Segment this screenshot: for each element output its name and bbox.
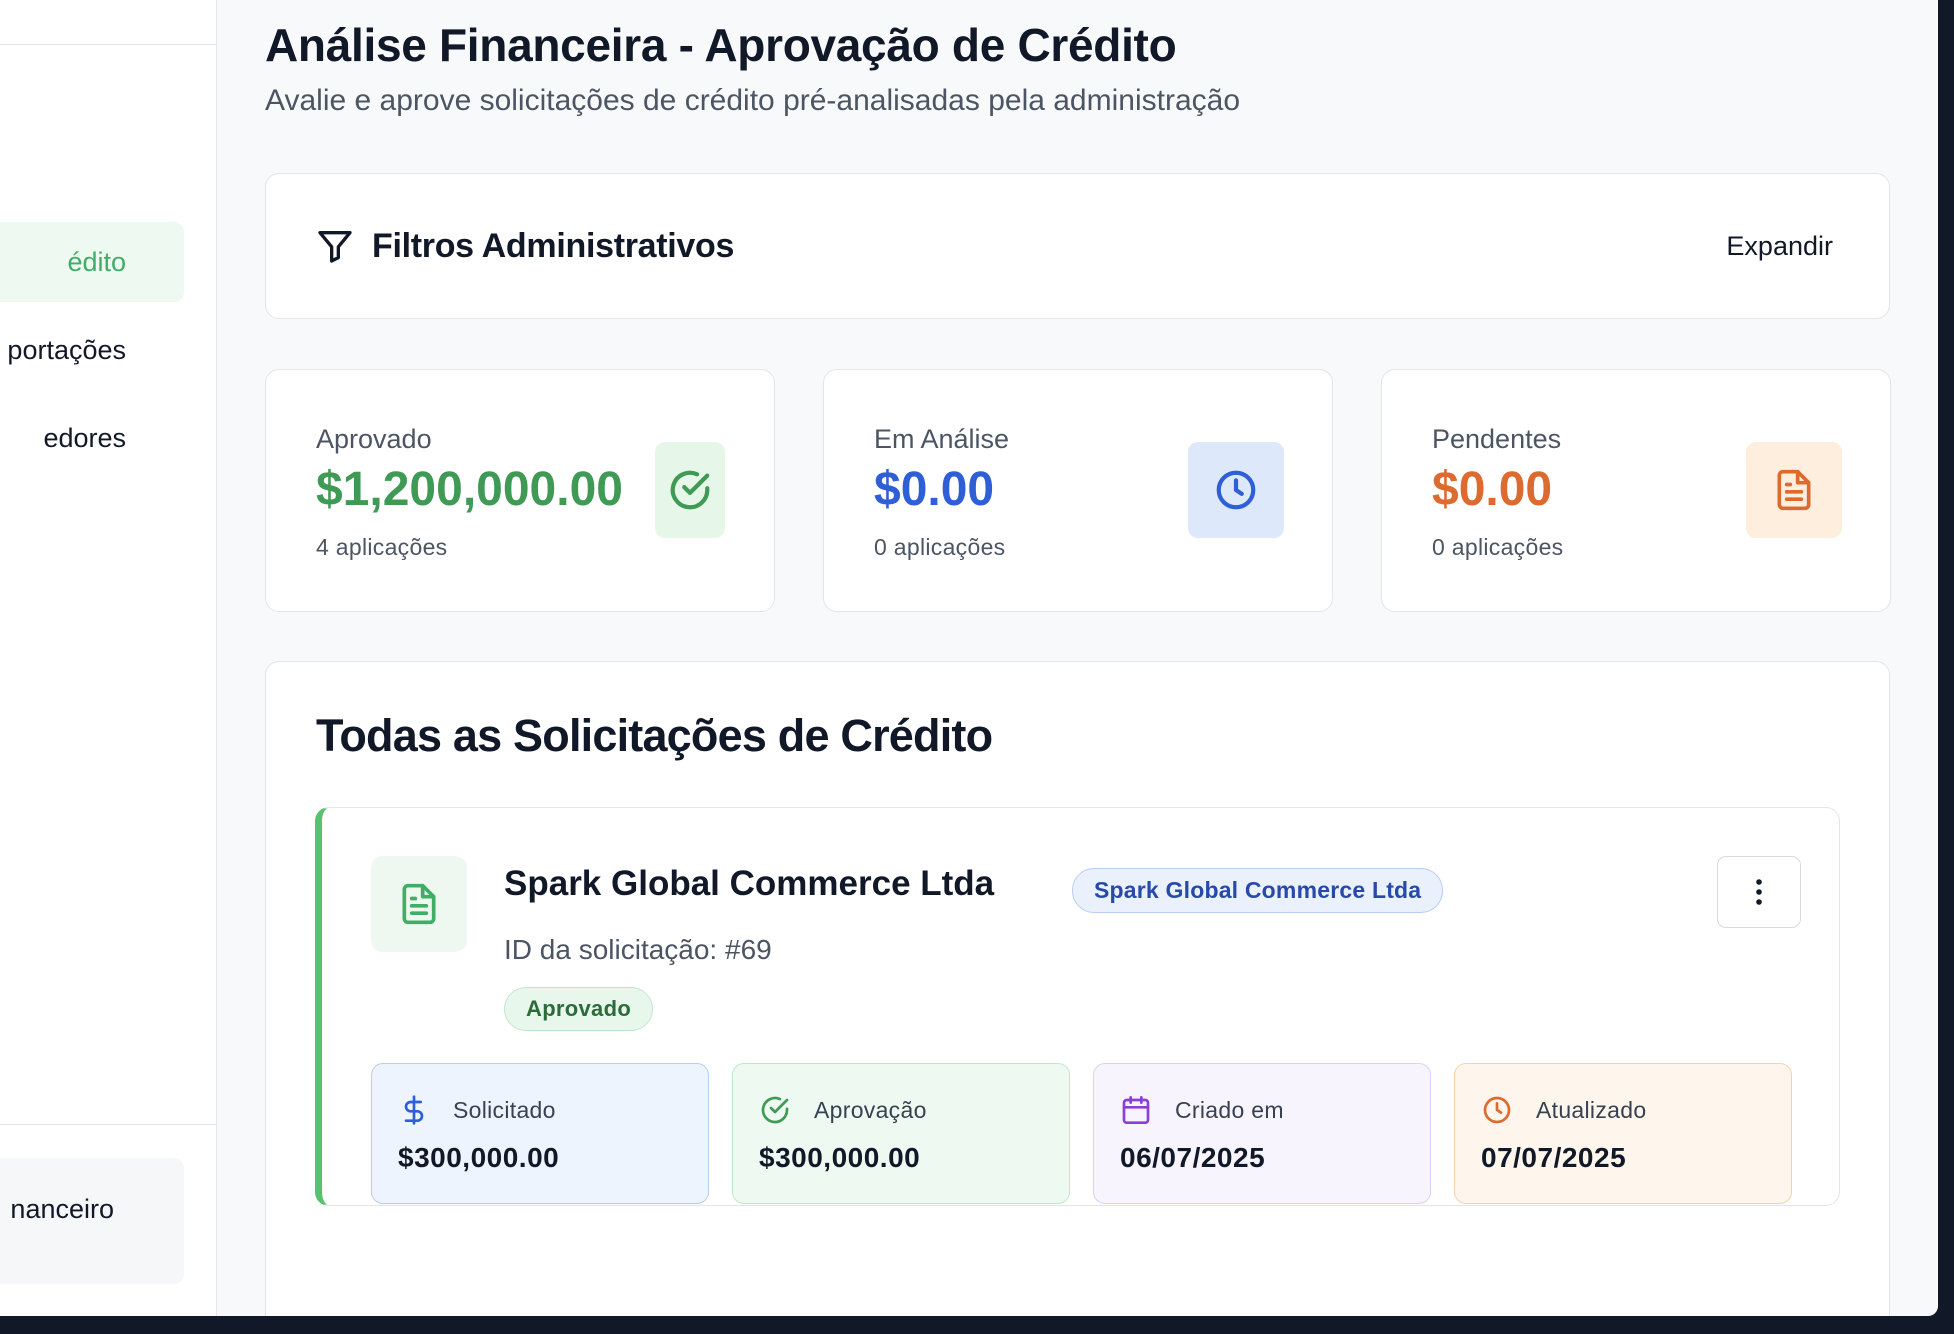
metric-value: $300,000.00	[759, 1142, 921, 1173]
stat-label: Aprovado	[316, 424, 432, 454]
sidebar-item-fornecedores[interactable]: edores	[0, 398, 184, 478]
stat-count: 4 aplicações	[316, 534, 448, 560]
sidebar-item-label: édito	[67, 246, 126, 277]
document-icon	[371, 856, 467, 952]
company-badge-label: Spark Global Commerce Ltda	[1072, 868, 1444, 913]
stat-value: $1,200,000.00	[316, 463, 623, 516]
metric-created: Criado em 06/07/2025	[1093, 1063, 1431, 1204]
sidebar-item-importacoes[interactable]: portações	[0, 310, 184, 390]
sidebar-item-label: nanceiro	[10, 1194, 114, 1224]
clock-icon	[1188, 442, 1284, 538]
dollar-icon	[404, 1095, 424, 1125]
expand-filters-button[interactable]: Expandir	[1726, 226, 1833, 266]
request-id: ID da solicitação: #69	[504, 934, 772, 965]
metric-label: Aprovação	[814, 1097, 927, 1123]
stat-card-approved: Aprovado $1,200,000.00 4 aplicações	[265, 369, 775, 612]
metric-requested: Solicitado $300,000.00	[371, 1063, 709, 1204]
filter-icon	[318, 231, 352, 263]
stat-value: $0.00	[1432, 463, 1553, 516]
filters-title: Filtros Administrativos	[372, 227, 735, 265]
check-circle-icon	[655, 442, 725, 538]
page-title: Análise Financeira - Aprovação de Crédit…	[265, 19, 1177, 71]
requests-panel: Todas as Solicitações de Crédito Spark G…	[265, 661, 1890, 1316]
stat-value: $0.00	[874, 463, 995, 516]
stat-label: Pendentes	[1432, 424, 1562, 454]
metric-value: 06/07/2025	[1120, 1142, 1266, 1173]
page-subtitle: Avalie e aprove solicitações de crédito …	[265, 84, 1240, 117]
metric-value: 07/07/2025	[1481, 1142, 1627, 1173]
calendar-icon	[1122, 1096, 1150, 1124]
metric-value: $300,000.00	[398, 1142, 560, 1173]
more-vertical-icon	[1756, 879, 1762, 905]
sidebar-item-credito[interactable]: édito	[0, 222, 184, 302]
metric-updated: Atualizado 07/07/2025	[1454, 1063, 1792, 1204]
credit-request-card[interactable]: Spark Global Commerce Ltda Spark Global …	[315, 807, 1840, 1206]
metric-label: Atualizado	[1536, 1097, 1647, 1123]
sidebar-item-label: portações	[7, 334, 126, 365]
metric-label: Solicitado	[453, 1097, 556, 1123]
more-options-button[interactable]	[1717, 856, 1801, 928]
stat-card-pending: Pendentes $0.00 0 aplicações	[1381, 369, 1891, 612]
company-name: Spark Global Commerce Ltda	[504, 864, 995, 903]
sidebar-item-financeiro[interactable]: nanceiro	[0, 1158, 184, 1284]
sidebar-divider	[0, 44, 216, 45]
sidebar: édito portações edores nanceiro	[0, 0, 217, 1316]
filters-panel[interactable]: Filtros Administrativos Expandir	[265, 173, 1890, 319]
status-badge: Aprovado	[504, 987, 654, 1031]
sidebar-item-label: edores	[43, 422, 126, 453]
clock-icon	[1483, 1096, 1511, 1124]
stat-count: 0 aplicações	[874, 534, 1006, 560]
company-badge: Spark Global Commerce Ltda	[1072, 868, 1444, 913]
stat-count: 0 aplicações	[1432, 534, 1564, 560]
sidebar-divider	[0, 1124, 216, 1125]
app-window: édito portações edores nanceiro Análise …	[0, 0, 1938, 1316]
stat-label: Em Análise	[874, 424, 1010, 454]
document-icon	[1746, 442, 1842, 538]
section-title: Todas as Solicitações de Crédito	[316, 710, 993, 761]
check-circle-icon	[761, 1096, 789, 1124]
stat-card-in-review: Em Análise $0.00 0 aplicações	[823, 369, 1333, 612]
metric-label: Criado em	[1175, 1097, 1284, 1123]
metric-approval: Aprovação $300,000.00	[732, 1063, 1070, 1204]
